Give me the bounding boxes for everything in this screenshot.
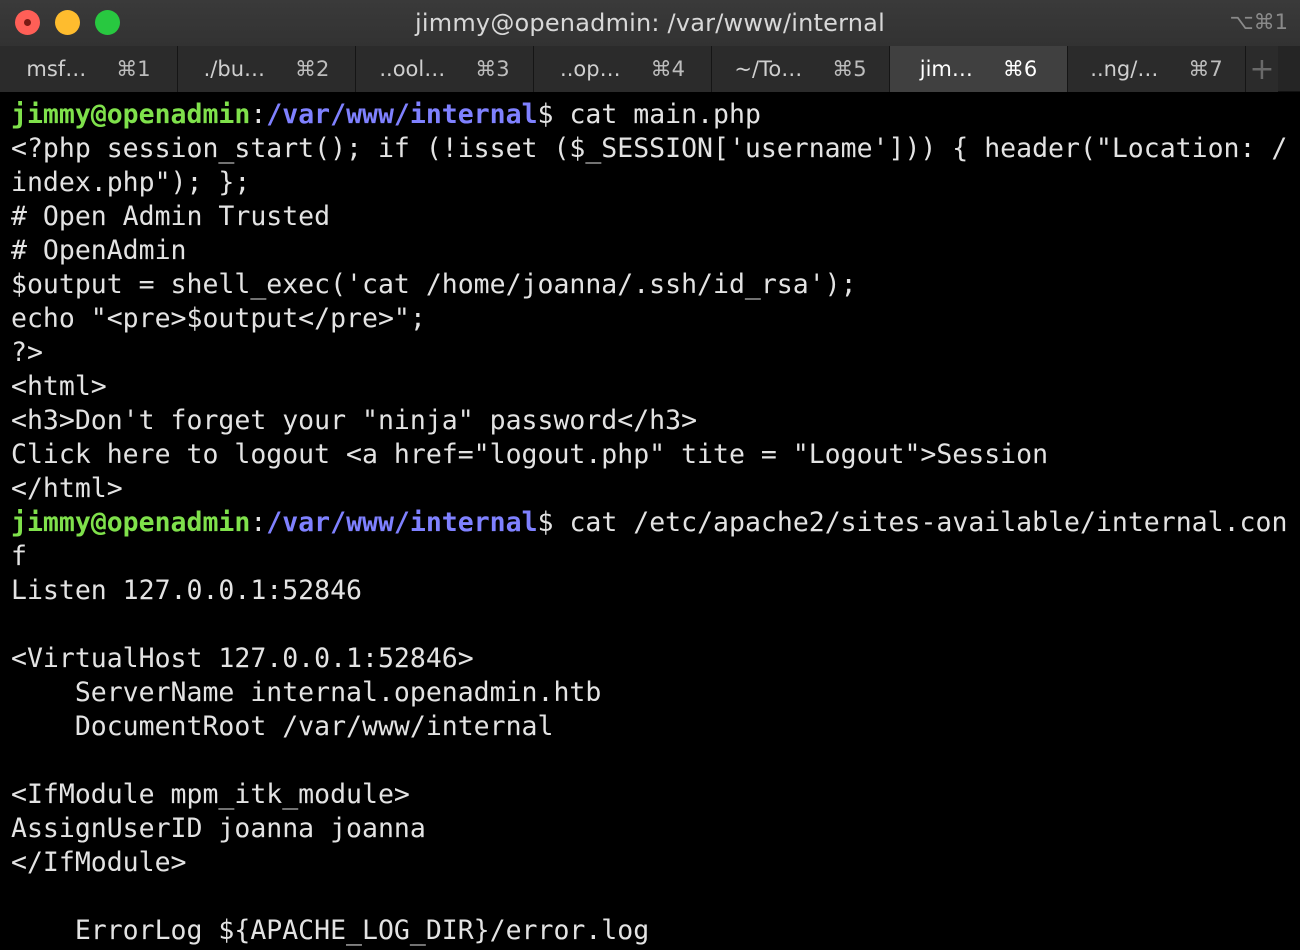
output-line: ErrorLog ${APACHE_LOG_DIR}/error.log bbox=[11, 915, 650, 946]
tab-5[interactable]: ~/To… ⌘5 bbox=[712, 46, 890, 92]
new-tab-button[interactable]: + bbox=[1246, 46, 1278, 92]
command-text: cat /etc/apache2/sites-available/interna… bbox=[553, 507, 1288, 538]
output-line: echo "<pre>$output</pre>"; bbox=[11, 303, 426, 334]
tab-shortcut: ⌘3 bbox=[475, 57, 510, 81]
tab-3[interactable]: ..ool… ⌘3 bbox=[356, 46, 534, 92]
prompt-line: jimmy@openadmin:/var/www/internal$ cat m… bbox=[11, 98, 1300, 132]
output-line: # OpenAdmin bbox=[11, 235, 187, 266]
tab-shortcut: ⌘6 bbox=[1002, 57, 1038, 81]
output-line: Listen 127.0.0.1:52846 bbox=[11, 575, 362, 606]
tab-7[interactable]: ..ng/… ⌘7 bbox=[1068, 46, 1246, 92]
tab-label: ..op… bbox=[560, 57, 621, 81]
output-line: Click here to logout <a href="logout.php… bbox=[11, 439, 1049, 470]
tab-shortcut: ⌘2 bbox=[295, 57, 330, 81]
tab-4[interactable]: ..op… ⌘4 bbox=[534, 46, 712, 92]
output-line: $output = shell_exec('cat /home/joanna/.… bbox=[11, 269, 857, 300]
prompt-symbol: $ bbox=[537, 99, 554, 130]
terminal-window: jimmy@openadmin: /var/www/internal ⌥⌘1 m… bbox=[0, 0, 1300, 950]
output-line: <html> bbox=[11, 371, 107, 402]
tab-label: msf… bbox=[26, 57, 87, 81]
window-title: jimmy@openadmin: /var/www/internal bbox=[415, 9, 885, 37]
tab-bar: msf… ⌘1 ./bu… ⌘2 ..ool… ⌘3 ..op… ⌘4 ~/To… bbox=[0, 46, 1300, 92]
prompt-line: jimmy@openadmin:/var/www/internal$ cat /… bbox=[11, 506, 1300, 540]
prompt-path: /var/www/internal bbox=[266, 99, 538, 130]
prompt-user: jimmy@openadmin bbox=[11, 99, 251, 130]
tab-1[interactable]: msf… ⌘1 bbox=[0, 46, 178, 92]
tab-shortcut: ⌘1 bbox=[116, 57, 151, 81]
title-bar: jimmy@openadmin: /var/www/internal ⌥⌘1 bbox=[0, 0, 1300, 46]
output-line: index.php"); }; bbox=[11, 167, 251, 198]
tab-label: ..ool… bbox=[379, 57, 446, 81]
output-line: DocumentRoot /var/www/internal bbox=[11, 711, 554, 742]
output-line: ?> bbox=[11, 337, 43, 368]
window-shortcut: ⌥⌘1 bbox=[1229, 10, 1288, 34]
output-line: <VirtualHost 127.0.0.1:52846> bbox=[11, 643, 474, 674]
terminal-output[interactable]: jimmy@openadmin:/var/www/internal$ cat m… bbox=[0, 92, 1300, 950]
prompt-symbol: $ bbox=[537, 507, 554, 538]
tab-label: ./bu… bbox=[203, 57, 265, 81]
prompt-separator: : bbox=[250, 99, 267, 130]
minimize-window-button[interactable] bbox=[55, 10, 80, 35]
command-text: cat main.php bbox=[553, 99, 761, 130]
close-window-button[interactable] bbox=[15, 10, 40, 35]
tab-label: ..ng/… bbox=[1090, 57, 1159, 81]
output-line: <?php session_start(); if (!isset ($_SES… bbox=[11, 133, 1288, 164]
output-line: ServerName internal.openadmin.htb bbox=[11, 677, 602, 708]
zoom-window-button[interactable] bbox=[95, 10, 120, 35]
tab-2[interactable]: ./bu… ⌘2 bbox=[178, 46, 356, 92]
output-line: <IfModule mpm_itk_module> bbox=[11, 779, 410, 810]
output-line: # Open Admin Trusted bbox=[11, 201, 331, 232]
output-line: </html> bbox=[11, 473, 123, 504]
tab-label: ~/To… bbox=[734, 57, 803, 81]
prompt-separator: : bbox=[250, 507, 267, 538]
output-line: AssignUserID joanna joanna bbox=[11, 813, 426, 844]
prompt-user: jimmy@openadmin bbox=[11, 507, 251, 538]
tab-shortcut: ⌘4 bbox=[650, 57, 685, 81]
tab-label: jim… bbox=[919, 57, 973, 81]
output-line: </IfModule> bbox=[11, 847, 187, 878]
tab-shortcut: ⌘7 bbox=[1188, 57, 1223, 81]
tab-6-active[interactable]: jim… ⌘6 bbox=[890, 46, 1068, 92]
output-line: <h3>Don't forget your "ninja" password</… bbox=[11, 405, 698, 436]
output-line: f bbox=[11, 541, 27, 572]
prompt-path: /var/www/internal bbox=[266, 507, 538, 538]
tab-shortcut: ⌘5 bbox=[832, 57, 867, 81]
